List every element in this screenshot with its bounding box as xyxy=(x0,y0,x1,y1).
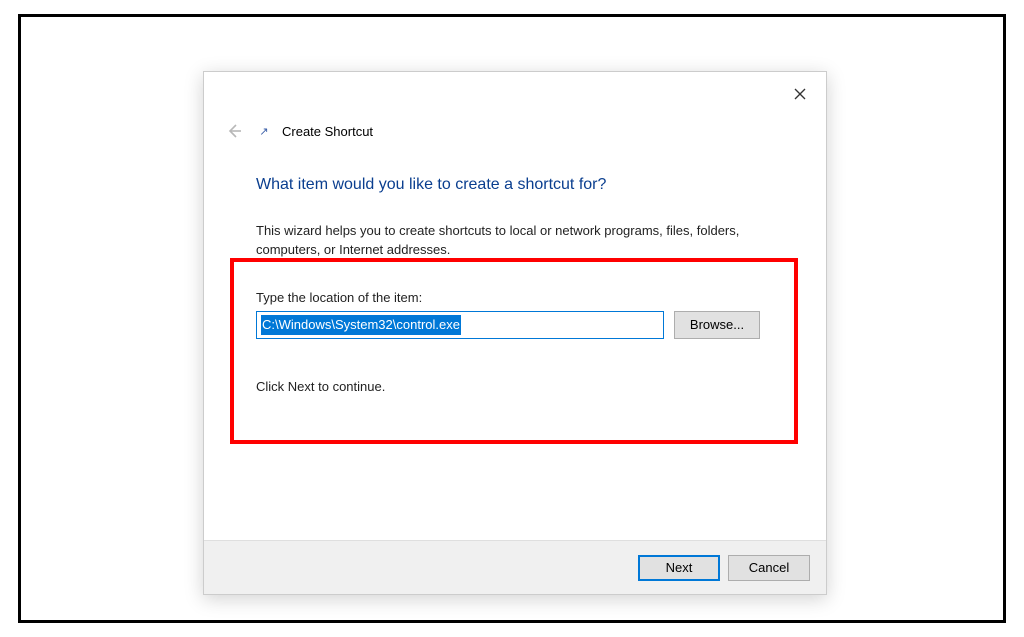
header-row: ↗ Create Shortcut xyxy=(222,116,808,146)
dialog-title: Create Shortcut xyxy=(282,124,373,139)
location-label: Type the location of the item: xyxy=(256,290,796,305)
close-icon xyxy=(794,88,806,100)
create-shortcut-dialog: ↗ Create Shortcut What item would you li… xyxy=(203,71,827,595)
description-text: This wizard helps you to create shortcut… xyxy=(256,222,766,260)
dialog-footer: Next Cancel xyxy=(204,540,826,594)
continue-hint: Click Next to continue. xyxy=(256,379,796,394)
browse-button[interactable]: Browse... xyxy=(674,311,760,339)
back-arrow-icon xyxy=(225,122,243,140)
page-frame: ↗ Create Shortcut What item would you li… xyxy=(18,14,1006,623)
titlebar xyxy=(204,72,826,120)
main-question: What item would you like to create a sho… xyxy=(256,176,796,194)
dialog-content: What item would you like to create a sho… xyxy=(256,162,796,524)
back-button xyxy=(222,119,246,143)
next-button[interactable]: Next xyxy=(638,555,720,581)
location-input-wrapper: C:\Windows\System32\control.exe xyxy=(256,311,664,339)
location-input[interactable] xyxy=(256,311,664,339)
shortcut-icon: ↗ xyxy=(256,123,272,139)
close-button[interactable] xyxy=(782,80,818,108)
location-input-row: C:\Windows\System32\control.exe Browse..… xyxy=(256,311,796,339)
cancel-button[interactable]: Cancel xyxy=(728,555,810,581)
